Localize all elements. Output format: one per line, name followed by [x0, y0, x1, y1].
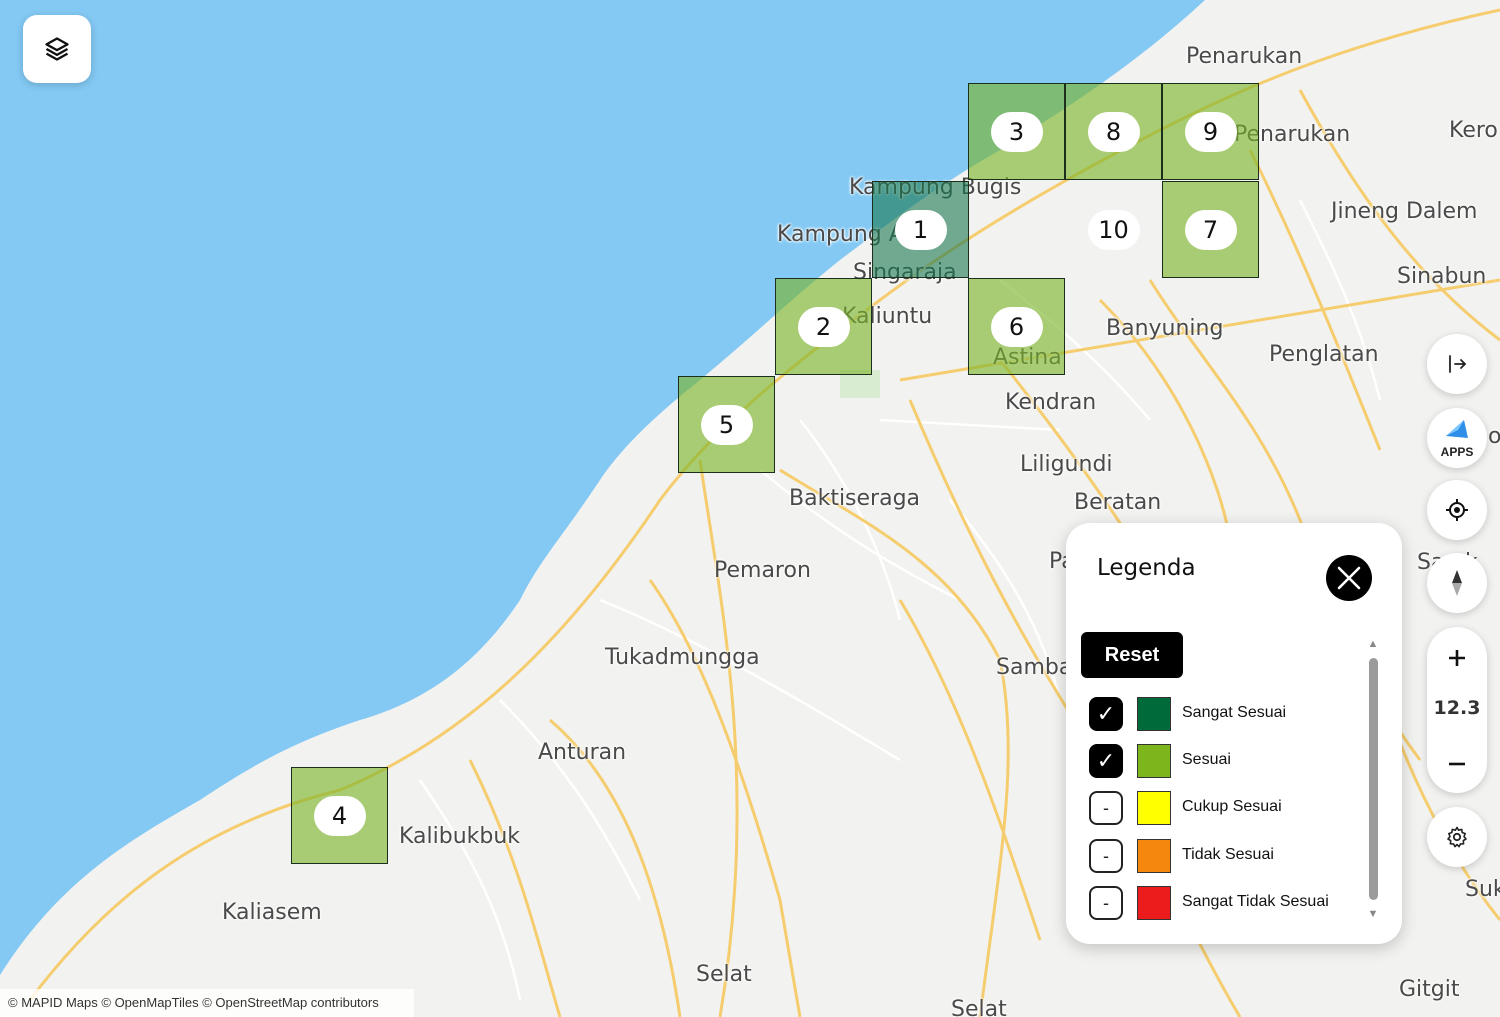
apps-button[interactable]: APPS: [1427, 408, 1487, 468]
legend-color-swatch: [1137, 839, 1171, 873]
cell-number-badge: 8: [1087, 111, 1140, 152]
legend-item[interactable]: ✓ Sangat Sesuai: [1089, 697, 1349, 731]
gear-icon: [1447, 826, 1467, 848]
legend-color-swatch: [1137, 697, 1171, 731]
grid-cell[interactable]: 10: [1065, 181, 1162, 278]
cell-number-badge: 5: [700, 404, 753, 445]
locate-button[interactable]: [1427, 480, 1487, 540]
grid-cell[interactable]: 2: [775, 278, 872, 375]
compass-button[interactable]: [1427, 553, 1487, 613]
grid-cell[interactable]: 4: [291, 767, 388, 864]
legend-close-button[interactable]: [1326, 555, 1372, 601]
grid-cell[interactable]: 8: [1065, 83, 1162, 180]
legend-item-label: Sangat Tidak Sesuai: [1182, 893, 1329, 910]
grid-cell[interactable]: 7: [1162, 181, 1259, 278]
legend-item[interactable]: ✓ Sesuai: [1089, 744, 1349, 778]
legend-checkbox[interactable]: ✓: [1089, 697, 1123, 731]
cell-number-badge: 1: [894, 209, 947, 250]
cell-number-badge: 2: [797, 306, 850, 347]
scroll-up-icon[interactable]: ▲: [1366, 638, 1380, 650]
apps-logo-icon: [1446, 420, 1468, 438]
settings-button[interactable]: [1427, 807, 1487, 867]
layers-icon: [45, 37, 69, 61]
legend-panel: Legenda Reset ✓ Sangat Sesuai ✓ Sesuai -…: [1066, 523, 1402, 944]
scroll-down-icon[interactable]: ▼: [1366, 908, 1380, 920]
zoom-out-button[interactable]: [1427, 739, 1487, 789]
grid-cell[interactable]: 3: [968, 83, 1065, 180]
cell-number-badge: 6: [990, 306, 1043, 347]
legend-item-label: Sangat Sesuai: [1182, 704, 1287, 721]
legend-scrollbar[interactable]: ▲ ▼: [1366, 638, 1380, 928]
legend-color-swatch: [1137, 886, 1171, 920]
legend-color-swatch: [1137, 791, 1171, 825]
cell-number-badge: 4: [313, 795, 366, 836]
legend-checkbox[interactable]: -: [1089, 839, 1123, 873]
legend-item-label: Tidak Sesuai: [1182, 846, 1274, 863]
legend-item-label: Sesuai: [1182, 751, 1231, 768]
legend-checkbox[interactable]: ✓: [1089, 744, 1123, 778]
zoom-in-button[interactable]: [1427, 633, 1487, 683]
legend-item-label: Cukup Sesuai: [1182, 798, 1282, 815]
legend-checkbox[interactable]: -: [1089, 886, 1123, 920]
grid-cell[interactable]: 1: [872, 181, 969, 278]
cell-number-badge: 7: [1184, 209, 1237, 250]
legend-title: Legenda: [1097, 555, 1196, 581]
cell-number-badge: 3: [990, 111, 1043, 152]
compass-icon: [1452, 570, 1462, 596]
grid-cell[interactable]: 6: [968, 278, 1065, 375]
map-attribution: © MAPID Maps © OpenMapTiles © OpenStreet…: [0, 989, 414, 1017]
legend-item[interactable]: - Cukup Sesuai: [1089, 791, 1349, 825]
reset-button[interactable]: Reset: [1081, 632, 1183, 678]
cell-number-badge: 9: [1184, 111, 1237, 152]
legend-checkbox[interactable]: -: [1089, 791, 1123, 825]
apps-label: APPS: [1440, 445, 1474, 459]
close-icon: [1337, 566, 1361, 590]
layers-button[interactable]: [23, 15, 91, 83]
crosshair-icon: [1446, 499, 1468, 521]
minus-icon: [1449, 762, 1465, 766]
scrollbar-thumb[interactable]: [1369, 658, 1378, 900]
collapse-right-icon: [1449, 355, 1467, 373]
collapse-panel-button[interactable]: [1427, 334, 1487, 394]
zoom-level: 12.3: [1433, 697, 1481, 719]
legend-item[interactable]: - Sangat Tidak Sesuai: [1089, 886, 1349, 920]
plus-icon: [1449, 650, 1465, 666]
cell-number-badge: 10: [1087, 209, 1140, 250]
legend-color-swatch: [1137, 744, 1171, 778]
zoom-control: 12.3: [1427, 627, 1487, 793]
legend-item[interactable]: - Tidak Sesuai: [1089, 839, 1349, 873]
grid-cell[interactable]: 5: [678, 376, 775, 473]
grid-cell[interactable]: 9: [1162, 83, 1259, 180]
